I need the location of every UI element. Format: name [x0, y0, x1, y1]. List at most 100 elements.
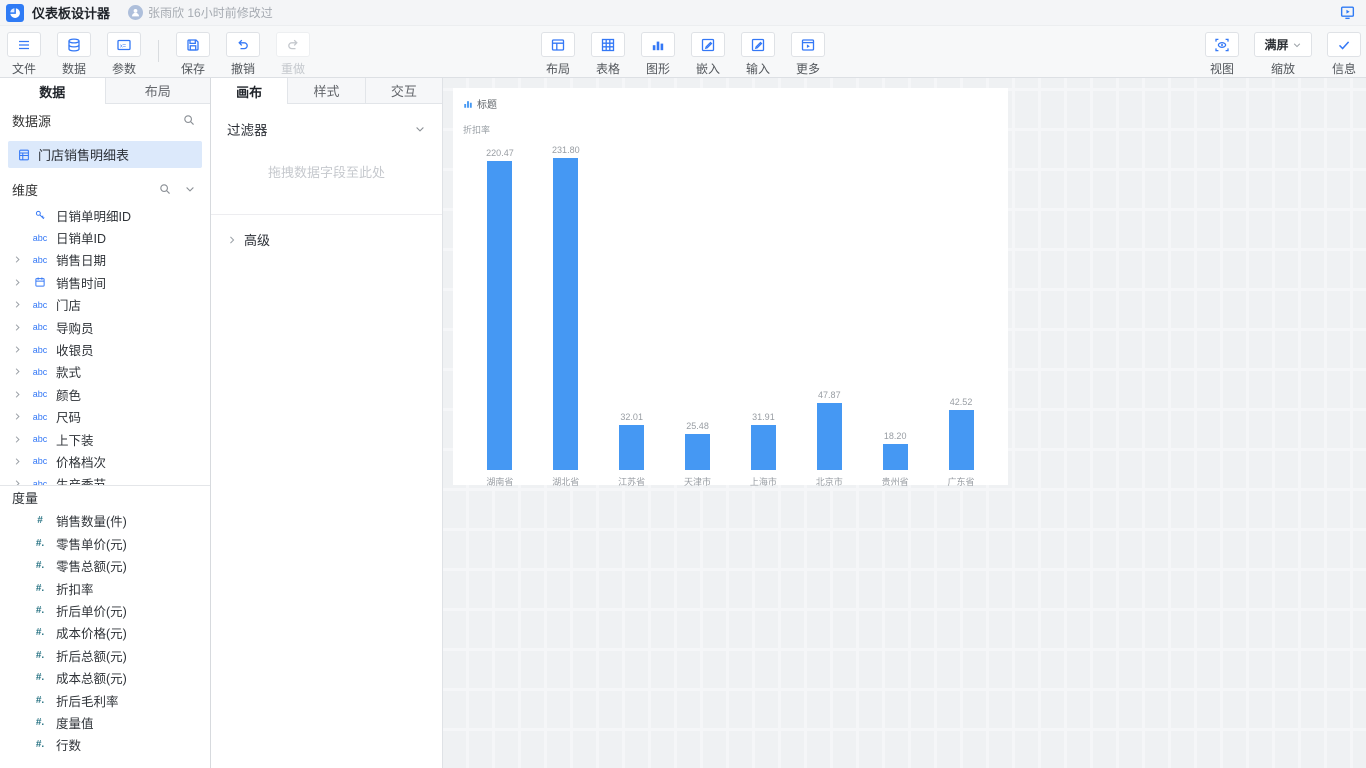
tab-interaction[interactable]: 交互 [365, 78, 442, 104]
input-edit-button[interactable]: 输入 [738, 32, 778, 77]
toolbar-button-label: 缩放 [1271, 60, 1295, 77]
menu-button[interactable]: 文件 [4, 32, 44, 77]
search-icon[interactable] [182, 113, 196, 127]
filter-dropzone[interactable]: 拖拽数据字段至此处 [211, 142, 442, 200]
dashboard-canvas[interactable]: 标题 折扣率 220.47231.8032.0125.4831.9147.871… [443, 78, 1366, 768]
bar-chart-widget[interactable]: 标题 折扣率 220.47231.8032.0125.4831.9147.871… [453, 88, 1008, 485]
eye-scan-button[interactable]: 视图 [1202, 32, 1242, 77]
dimension-field[interactable]: abc款式 [0, 361, 210, 383]
field-label: 折后总额(元) [56, 646, 127, 665]
dimension-field[interactable]: abc导购员 [0, 316, 210, 338]
tab-canvas[interactable]: 画布 [211, 78, 288, 104]
bar[interactable] [685, 434, 710, 470]
measure-field[interactable]: #.折后单价(元) [0, 599, 210, 621]
number-field-icon: #. [28, 672, 52, 683]
measure-field[interactable]: #.成本总额(元) [0, 666, 210, 688]
toolbar: 文件数据x=参数保存撤销重做 布局表格图形嵌入输入更多 视图满屏缩放信息 [0, 26, 1366, 78]
bar[interactable] [487, 161, 512, 470]
advanced-label: 高级 [244, 230, 270, 249]
measure-field[interactable]: #.折后总额(元) [0, 644, 210, 666]
measure-field[interactable]: #销售数量(件) [0, 510, 210, 532]
expand-chevron-icon[interactable] [10, 255, 24, 264]
field-label: 度量值 [56, 713, 94, 732]
toolbar-button-label: 重做 [281, 60, 305, 77]
save-button[interactable]: 保存 [173, 32, 213, 77]
expand-chevron-icon[interactable] [10, 278, 24, 287]
dimensions-label: 维度 [12, 180, 38, 199]
bar[interactable] [751, 425, 776, 470]
filter-section-header[interactable]: 过滤器 [211, 116, 442, 142]
dimension-field[interactable]: abc生产季节 [0, 473, 210, 485]
dimension-field[interactable]: abc日销单ID [0, 226, 210, 248]
table-button[interactable]: 表格 [588, 32, 628, 77]
bar-value-label: 25.48 [686, 421, 709, 431]
layout-icon [541, 32, 575, 57]
bar[interactable] [949, 410, 974, 470]
dimension-field[interactable]: abc尺码 [0, 406, 210, 428]
embed-edit-button[interactable]: 嵌入 [688, 32, 728, 77]
tab-layout[interactable]: 布局 [105, 78, 211, 104]
database-button[interactable]: 数据 [54, 32, 94, 77]
dimension-field[interactable]: abc收银员 [0, 338, 210, 360]
calendar-icon [28, 276, 52, 288]
dimension-field[interactable]: 销售时间 [0, 271, 210, 293]
dimension-field[interactable]: 日销单明细ID [0, 204, 210, 226]
expand-chevron-icon[interactable] [10, 457, 24, 466]
toolbar-button-label: 保存 [181, 60, 205, 77]
preview-icon[interactable] [1339, 4, 1356, 21]
filter-label: 过滤器 [227, 119, 268, 139]
chevron-down-icon[interactable] [184, 183, 196, 195]
chart-bars-button[interactable]: 图形 [638, 32, 678, 77]
bar[interactable] [817, 403, 842, 470]
dimension-field[interactable]: abc销售日期 [0, 249, 210, 271]
bar[interactable] [553, 158, 578, 470]
expand-chevron-icon[interactable] [10, 345, 24, 354]
field-label: 款式 [56, 362, 81, 381]
datasource-item-selected[interactable]: 门店销售明细表 [8, 141, 202, 168]
zoom-dropdown-button[interactable]: 满屏缩放 [1252, 32, 1314, 77]
expand-chevron-icon[interactable] [10, 390, 24, 399]
measure-field[interactable]: #.成本价格(元) [0, 622, 210, 644]
measure-field[interactable]: #.行数 [0, 734, 210, 756]
expand-chevron-icon[interactable] [10, 300, 24, 309]
toolbar-button-label: 参数 [112, 60, 136, 77]
main-area: 数据 布局 数据源 门店销售明细表 维度 [0, 78, 1366, 768]
check-button[interactable]: 信息 [1324, 32, 1364, 77]
bar-value-label: 47.87 [818, 390, 841, 400]
text-field-icon: abc [28, 434, 52, 444]
number-field-icon: #. [28, 605, 52, 616]
expand-chevron-icon[interactable] [10, 367, 24, 376]
dimension-field[interactable]: abc价格档次 [0, 450, 210, 472]
measure-field[interactable]: #.零售单价(元) [0, 532, 210, 554]
layout-button[interactable]: 布局 [538, 32, 578, 77]
window-play-button[interactable]: 更多 [788, 32, 828, 77]
dimension-field[interactable]: abc颜色 [0, 383, 210, 405]
redo-button[interactable]: 重做 [273, 32, 313, 77]
toolbar-button-label: 文件 [12, 60, 36, 77]
measure-field[interactable]: #.零售总额(元) [0, 554, 210, 576]
bar[interactable] [883, 444, 908, 470]
dimension-field[interactable]: abc上下装 [0, 428, 210, 450]
text-field-icon: abc [28, 345, 52, 355]
expand-chevron-icon[interactable] [10, 323, 24, 332]
number-field-icon: #. [28, 695, 52, 706]
expand-chevron-icon[interactable] [10, 435, 24, 444]
expand-chevron-icon[interactable] [10, 412, 24, 421]
tab-data[interactable]: 数据 [0, 78, 105, 104]
measure-field[interactable]: #.度量值 [0, 711, 210, 733]
table-file-icon [17, 148, 31, 162]
chevron-down-icon[interactable] [414, 123, 426, 135]
measure-field[interactable]: #.折扣率 [0, 577, 210, 599]
measure-field[interactable]: #.折后毛利率 [0, 689, 210, 711]
bar-series: 220.47231.8032.0125.4831.9147.8718.2042.… [467, 145, 994, 470]
field-label: 日销单ID [56, 228, 106, 247]
tab-style[interactable]: 样式 [288, 78, 364, 104]
bar[interactable] [619, 425, 644, 470]
zoom-dropdown-icon: 满屏 [1254, 32, 1312, 57]
advanced-section-toggle[interactable]: 高级 [211, 215, 442, 264]
search-icon[interactable] [158, 182, 172, 196]
params-button[interactable]: x=参数 [104, 32, 144, 77]
bar-x-label: 上海市 [731, 475, 797, 488]
dimension-field[interactable]: abc门店 [0, 294, 210, 316]
undo-button[interactable]: 撤销 [223, 32, 263, 77]
